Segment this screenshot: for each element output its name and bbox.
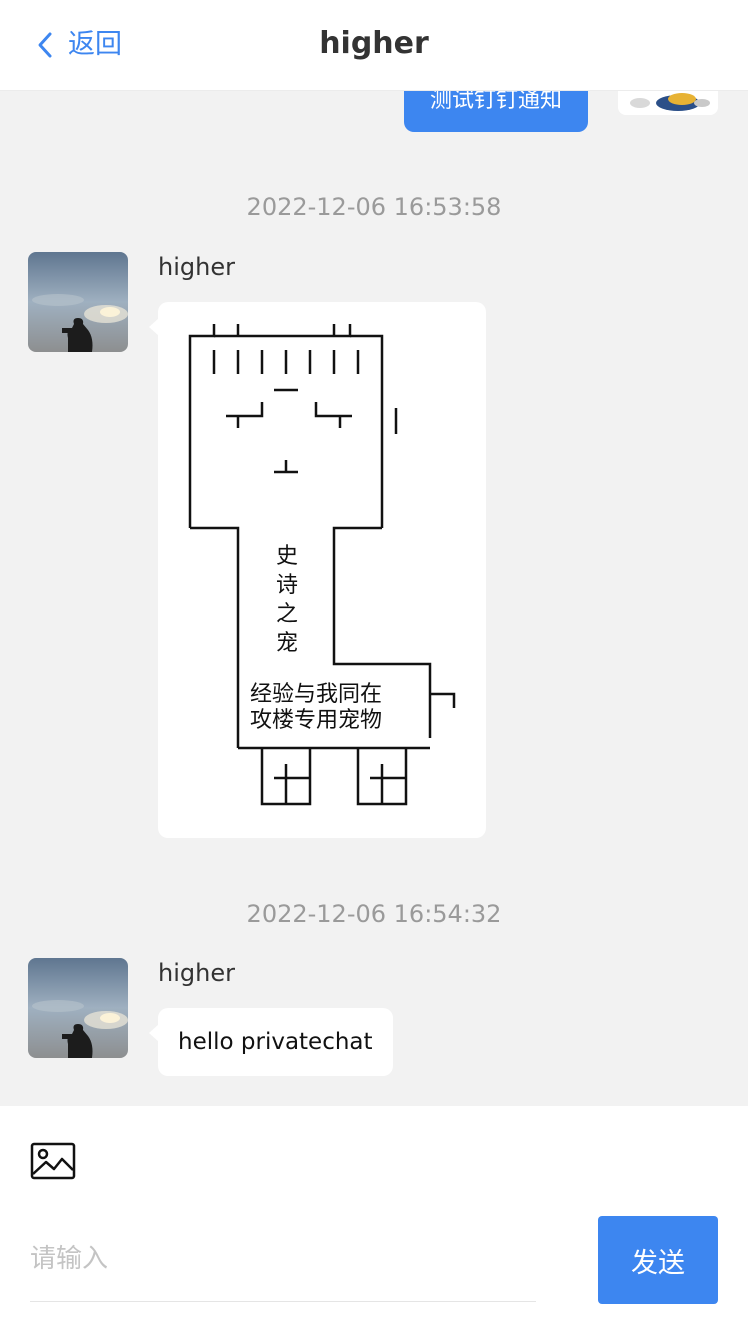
- sent-message-bubble[interactable]: 测试钉钉通知: [404, 91, 588, 132]
- nav-bar: 返回 higher: [0, 0, 748, 91]
- sender-name: higher: [158, 959, 235, 987]
- page-title: higher: [319, 26, 429, 61]
- art-vertical-text: 史诗之宠: [275, 544, 298, 656]
- message-timestamp: 2022-12-06 16:53:58: [246, 193, 502, 221]
- message-composer: 发送: [0, 1106, 748, 1330]
- sender-name: higher: [158, 253, 235, 281]
- ascii-art-pet: [188, 324, 456, 806]
- chat-area[interactable]: 测试钉钉通知 2022-12-06 16:53:58 higher 史 诗 之 …: [0, 91, 748, 1106]
- avatar[interactable]: [28, 252, 128, 352]
- image-icon[interactable]: [30, 1142, 76, 1180]
- send-button[interactable]: 发送: [598, 1216, 718, 1304]
- self-avatar[interactable]: [618, 91, 718, 115]
- message-bubble[interactable]: hello privatechat: [149, 1008, 393, 1076]
- message-bubble[interactable]: 史诗之宠 经验与我同在 攻楼专用宠物: [149, 302, 486, 838]
- art-line-2: 攻楼专用宠物: [250, 708, 383, 733]
- avatar[interactable]: [28, 958, 128, 1058]
- message-input[interactable]: [30, 1216, 536, 1302]
- art-line-1: 经验与我同在: [250, 682, 383, 707]
- message-timestamp: 2022-12-06 16:54:32: [246, 900, 502, 928]
